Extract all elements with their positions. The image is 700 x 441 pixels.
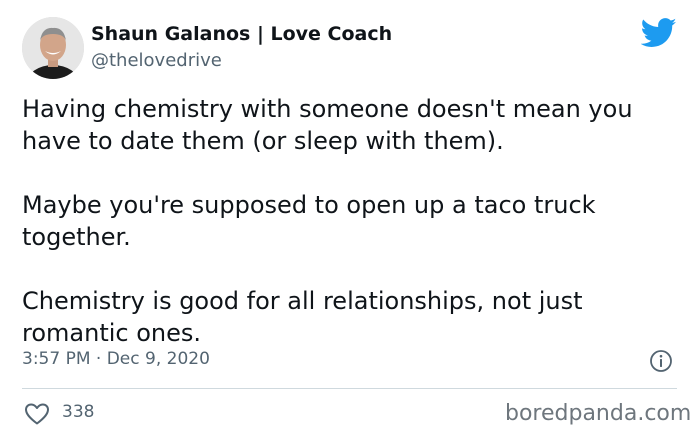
avatar[interactable] xyxy=(22,17,84,79)
divider xyxy=(22,388,677,389)
tweet-paragraph: Maybe you're supposed to open up a taco … xyxy=(22,191,596,251)
tweet-paragraph: Having chemistry with someone doesn't me… xyxy=(22,95,633,155)
info-icon[interactable] xyxy=(649,349,673,373)
twitter-bird-icon[interactable] xyxy=(640,18,677,48)
tweet-card: Shaun Galanos | Love Coach @thelovedrive… xyxy=(0,0,700,441)
tweet-paragraph: Chemistry is good for all relationships,… xyxy=(22,287,583,347)
author-handle[interactable]: @thelovedrive xyxy=(91,50,222,71)
author-display-name[interactable]: Shaun Galanos | Love Coach xyxy=(91,23,392,45)
tweet-timestamp[interactable]: 3:57 PM · Dec 9, 2020 xyxy=(22,349,210,369)
watermark: boredpanda.com xyxy=(505,401,692,426)
heart-icon[interactable] xyxy=(24,402,50,426)
avatar-image xyxy=(22,17,84,79)
like-count: 338 xyxy=(62,402,95,422)
tweet-body: Having chemistry with someone doesn't me… xyxy=(22,93,684,349)
